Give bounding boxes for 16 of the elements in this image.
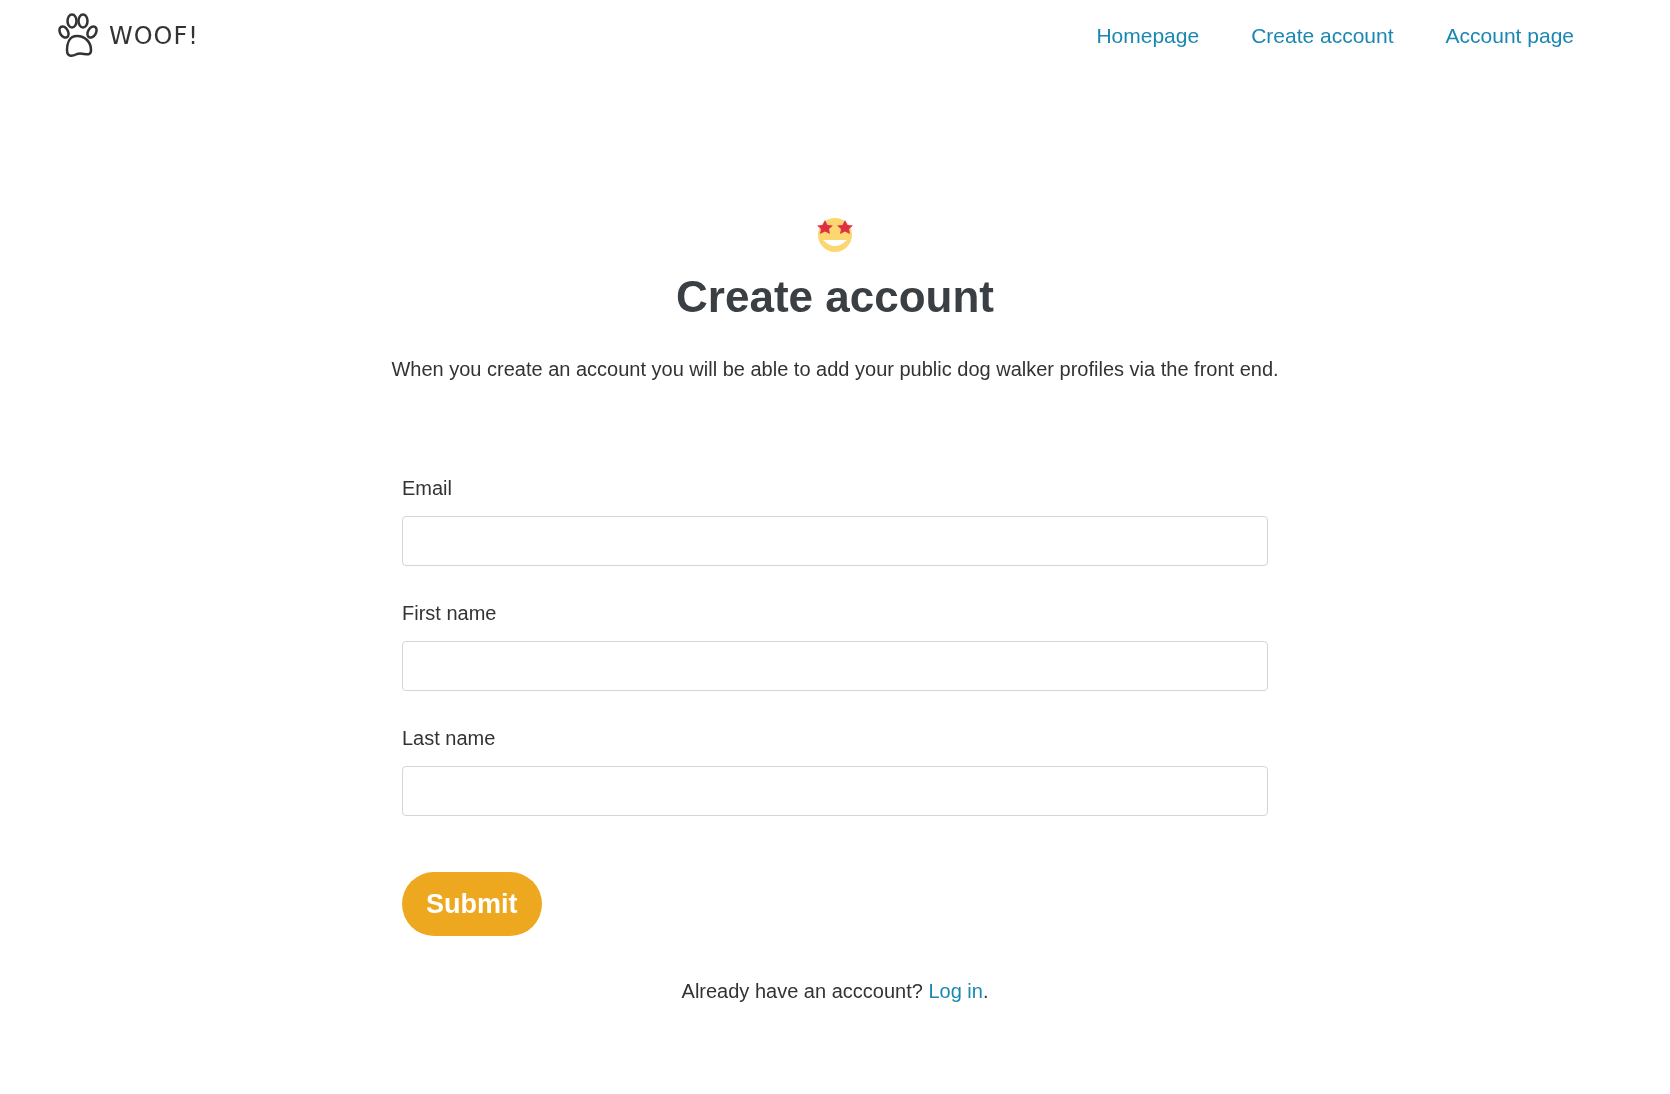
nav-link[interactable]: Homepage bbox=[1096, 24, 1200, 48]
nav-link[interactable]: Create account bbox=[1251, 24, 1394, 48]
login-link[interactable]: Log in bbox=[928, 980, 983, 1002]
input-field[interactable] bbox=[402, 766, 1268, 816]
submit-button[interactable]: Submit bbox=[402, 872, 542, 936]
input-field[interactable] bbox=[402, 641, 1268, 691]
login-prompt-text: Already have an acccount? Log in. bbox=[681, 980, 989, 1003]
description-text: When you create an account you will be able to add your public dog walker profiles via the front end. bbox=[391, 358, 1279, 381]
brand-name: WOOF! bbox=[109, 22, 199, 50]
paw-logo-icon bbox=[55, 12, 99, 60]
input-field[interactable] bbox=[402, 516, 1268, 566]
nav-link[interactable]: Account page bbox=[1445, 24, 1574, 48]
field-label: Last name bbox=[402, 727, 497, 750]
page-title: Create account bbox=[676, 272, 994, 322]
field-label: First name bbox=[402, 602, 498, 625]
field-label: Email bbox=[402, 477, 453, 500]
